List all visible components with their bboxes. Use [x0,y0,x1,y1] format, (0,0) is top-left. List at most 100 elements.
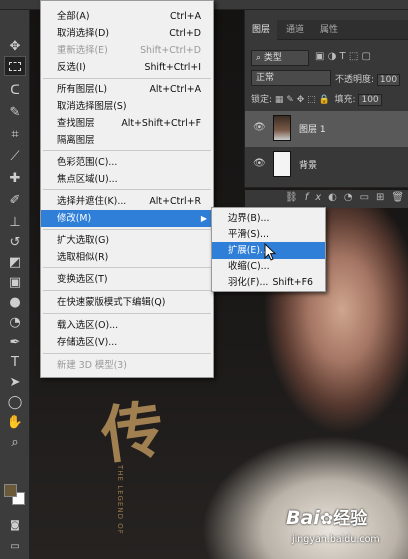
layers-panel: 图层 通道 属性 ⌕ 类型 ▣ ◑ T ⬚ ▢ 正常 不透明度: 100 锁定:… [244,10,408,208]
opacity-input[interactable]: 100 [376,74,401,86]
select-menu-item-shortcut: Shift+Ctrl+D [140,45,201,56]
type-icon[interactable]: T [4,352,26,372]
stamp-icon[interactable]: ⊥ [4,212,26,232]
select-menu-item[interactable]: 载入选区(O)... [41,317,213,334]
select-menu-item[interactable]: 隔离图层 [41,132,213,149]
select-menu-item[interactable]: 反选(I) Shift+Ctrl+I [41,59,213,76]
select-menu-item-label: 扩大选取(G) [57,235,110,246]
select-menu-item-shortcut: Alt+Ctrl+R [149,196,201,207]
healing-icon[interactable]: ✚ [4,168,26,188]
history-brush-icon[interactable]: ↺ [4,232,26,252]
shape-icon[interactable]: ◯ [4,392,26,412]
paw-icon: ✿ [319,509,334,528]
select-menu-item-label: 选取相似(R) [57,252,109,263]
modify-submenu-item[interactable]: 羽化(F)... Shift+F6 [212,274,325,291]
select-menu-item[interactable]: 色彩范围(C)... [41,154,213,171]
modify-submenu-item-label: 羽化(F)... [228,277,269,288]
select-menu-item[interactable]: 选择并遮住(K)... Alt+Ctrl+R [41,193,213,210]
select-menu-item[interactable]: 全部(A) Ctrl+A [41,8,213,25]
fill-input[interactable]: 100 [358,94,382,106]
eye-icon[interactable]: 👁 [253,158,266,169]
fill-label: 填充: [334,95,356,105]
select-menu-item-label: 色彩范围(C)... [57,157,118,168]
hand-icon[interactable]: ✋ [4,412,26,432]
layer-row[interactable]: 👁 图层 1 [245,111,408,147]
select-menu-item-label: 在快速蒙版模式下编辑(Q) [57,297,166,308]
blend-mode-select[interactable]: 正常 [251,70,331,86]
menu-separator [43,313,211,314]
eraser-icon[interactable]: ◩ [4,252,26,272]
blur-icon[interactable]: ● [4,292,26,312]
pen-icon[interactable]: ✒ [4,332,26,352]
layer-name[interactable]: 图层 1 [299,122,326,135]
dodge-icon[interactable]: ◔ [4,312,26,332]
tab-layers[interactable]: 图层 [245,20,278,40]
menu-separator [43,353,211,354]
select-menu-item-label: 取消选择(D) [57,28,110,39]
path-select-icon[interactable]: ➤ [4,372,26,392]
watermark-url: jingyan.baidu.com [292,534,380,545]
brush-icon[interactable]: ✐ [4,190,26,210]
select-menu-item-label: 焦点区域(U)... [57,174,118,185]
select-menu-item-label: 所有图层(L) [57,84,108,95]
quick-mask-icon[interactable]: ◙ [4,515,26,535]
modify-submenu-item-label: 扩展(E)... [228,245,269,256]
quick-select-icon[interactable]: ✎ [4,102,26,122]
zoom-icon[interactable]: ⌕ [4,432,26,452]
select-menu-item[interactable]: 重新选择(E) Shift+Ctrl+D [41,42,213,59]
select-menu-item[interactable]: 变换选区(T) [41,271,213,288]
select-menu-item[interactable]: 选取相似(R) [41,249,213,266]
crop-icon[interactable]: ⌗ [4,124,26,144]
select-menu-item-label: 存储选区(V)... [57,337,118,348]
panel-footer-icons[interactable]: ⛓fx◐◔▭⊞🗑 [285,192,408,203]
watermark-brand-suffix: 经验 [333,509,368,529]
modify-submenu-item[interactable]: 平滑(S)... [212,226,325,243]
pointer-cursor-icon [264,243,277,261]
select-menu-item[interactable]: 新建 3D 模型(3) [41,357,213,374]
select-menu-item-shortcut: Alt+Shift+Ctrl+F [121,118,201,129]
layer-row[interactable]: 👁 背景 [245,147,408,183]
lock-icons[interactable]: ▦ ✎ ✥ ⬚ 🔒 [275,95,330,105]
tab-properties[interactable]: 属性 [313,20,345,40]
menu-separator [43,189,211,190]
select-menu-item[interactable]: 存储选区(V)... [41,334,213,351]
tab-channels[interactable]: 通道 [279,20,311,40]
lasso-icon[interactable]: ᑕ [4,80,26,100]
select-menu-item[interactable]: 查找图层 Alt+Shift+Ctrl+F [41,115,213,132]
modify-submenu-item-label: 平滑(S)... [228,229,269,240]
select-menu-item-shortcut: Ctrl+D [169,28,201,39]
select-menu-item-label: 查找图层 [57,118,95,129]
submenu-arrow-icon: ▶ [200,214,207,223]
eyedropper-icon[interactable]: ⟋ [4,146,26,166]
gradient-icon[interactable]: ▣ [4,272,26,292]
opacity-label: 不透明度: [335,75,375,85]
panel-footer: ⛓fx◐◔▭⊞🗑 [245,190,408,208]
filter-icons[interactable]: ▣ ◑ T ⬚ ▢ [315,51,371,62]
screen-mode-icon[interactable]: ▭ [4,536,26,556]
filter-kind-label: 类型 [263,53,282,63]
layer-thumbnail [273,115,291,141]
modify-submenu-item[interactable]: 边界(B)... [212,210,325,227]
marquee-icon[interactable] [4,56,26,76]
layer-name[interactable]: 背景 [299,158,317,171]
select-menu-item[interactable]: 扩大选取(G) [41,232,213,249]
select-menu-item-label: 变换选区(T) [57,274,108,285]
select-menu-item-label: 全部(A) [57,11,90,22]
select-menu-item[interactable]: 所有图层(L) Alt+Ctrl+A [41,81,213,98]
select-menu: 全部(A) Ctrl+A 取消选择(D) Ctrl+D 重新选择(E) Shift+Ctr… [40,0,214,378]
menu-separator [43,267,211,268]
modify-submenu-item-shortcut: Shift+F6 [272,277,313,288]
foreground-color-swatch[interactable] [4,484,17,497]
select-menu-item-label: 反选(I) [57,62,86,73]
panel-tabs: 图层 通道 属性 [245,20,408,40]
select-menu-item[interactable]: 取消选择图层(S) [41,98,213,115]
select-menu-item[interactable]: 在快速蒙版模式下编辑(Q) [41,294,213,311]
layer-filter-select[interactable]: ⌕ 类型 [251,50,309,66]
move-icon[interactable]: ✥ [4,36,26,56]
select-menu-item-shortcut: Ctrl+A [170,11,201,22]
select-menu-item[interactable]: 取消选择(D) Ctrl+D [41,25,213,42]
blend-mode-value: 正常 [256,73,275,83]
select-menu-item[interactable]: 修改(M) ▶ [41,210,213,227]
eye-icon[interactable]: 👁 [253,122,266,133]
select-menu-item[interactable]: 焦点区域(U)... [41,171,213,188]
